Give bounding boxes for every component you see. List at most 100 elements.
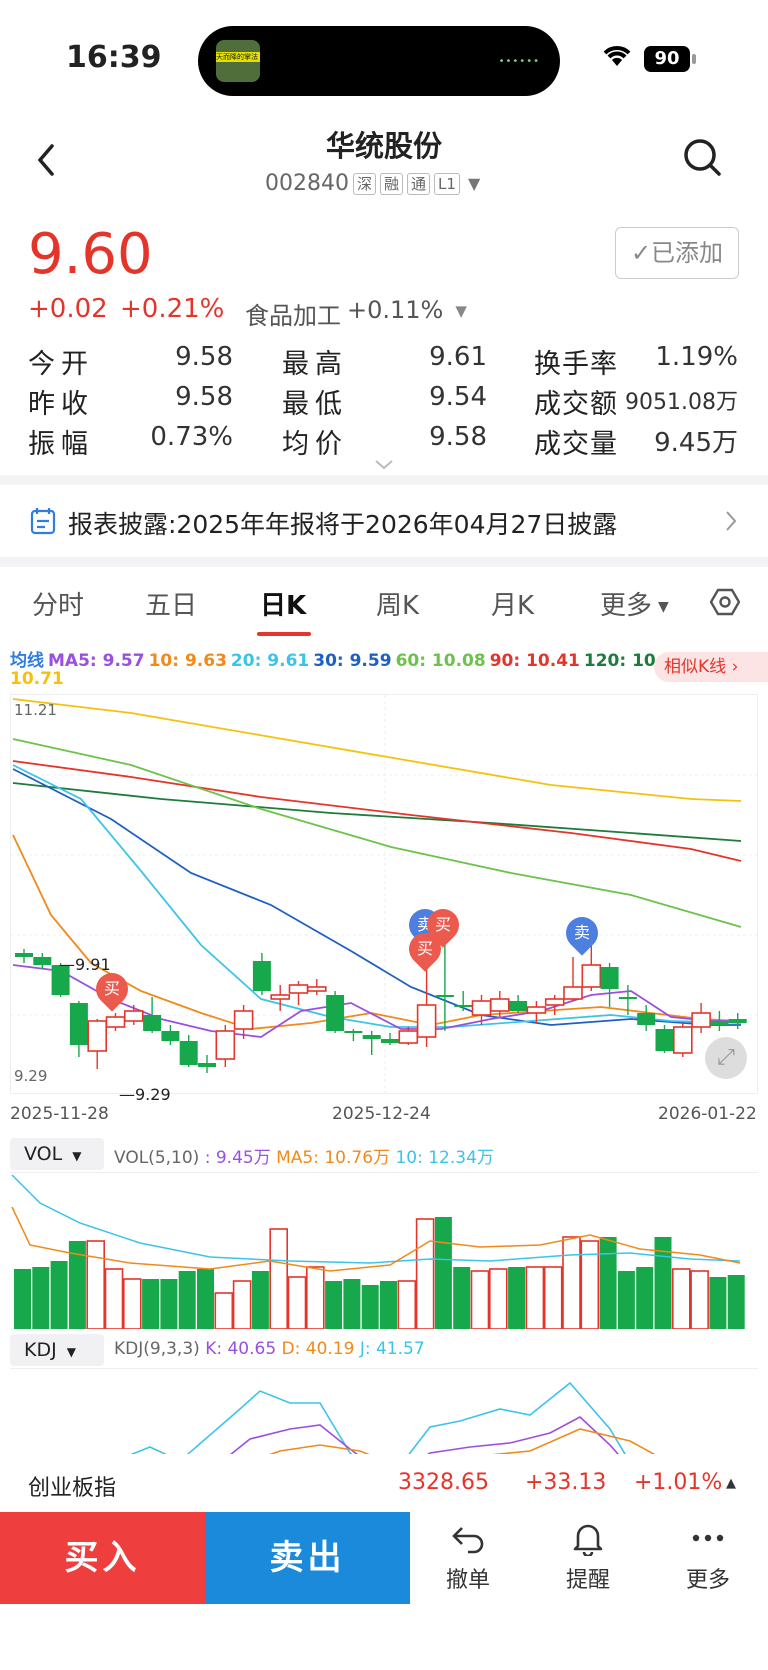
volume-bar [599, 1237, 617, 1329]
expand-chevron-icon[interactable] [372, 457, 396, 476]
fullscreen-button[interactable]: ⤢ [705, 1037, 747, 1079]
vol-indicator-selector[interactable]: VOL ▼ [10, 1138, 104, 1170]
kdj-indicator-selector[interactable]: KDJ ▼ [10, 1334, 104, 1366]
alert-button[interactable]: 提醒 [548, 1522, 628, 1594]
industry-link[interactable]: 食品加工 +0.11% ▼ [245, 296, 467, 331]
candle [637, 1013, 656, 1025]
volume-bar [178, 1271, 196, 1329]
status-bar: 16:39 天而降的掌法 •••••• 90 [0, 0, 768, 115]
ma90-value: 90: 10.41 [489, 651, 580, 671]
tab-timeshare[interactable]: 分时 [32, 585, 84, 622]
tab-more[interactable]: 更多 ▼ [600, 585, 669, 622]
chart-settings-button[interactable] [709, 587, 741, 621]
stat-value-amplitude: 0.73% [150, 422, 233, 452]
candle [198, 1063, 216, 1067]
volume-bar [142, 1279, 160, 1329]
more-button[interactable]: 更多 [668, 1522, 748, 1594]
notice-bar[interactable]: 报表披露:2025年年报将于2026年04月27日披露 [0, 485, 768, 557]
kdj-chart[interactable] [10, 1368, 758, 1454]
candle [105, 1016, 126, 1028]
candle [233, 1010, 254, 1030]
vol-params: VOL(5,10) [114, 1148, 200, 1168]
check-icon: ✓ [630, 239, 652, 267]
kdj-svg [130, 1381, 656, 1454]
candle [710, 1021, 729, 1025]
current-price: 9.60 [28, 222, 153, 287]
volume-bar [709, 1277, 727, 1329]
high-marker-label: —9.91 [59, 955, 111, 974]
volume-bar [543, 1266, 563, 1330]
candle [454, 1005, 473, 1007]
cancel-order-button[interactable]: 撤单 [428, 1522, 508, 1594]
candle [161, 1031, 180, 1041]
tag-l1: L1 [434, 172, 460, 195]
island-dots-icon: •••••• [498, 56, 540, 67]
vol-legend: VOL(5,10) : 9.45万 MA5: 10.76万 10: 12.34万 [114, 1148, 494, 1168]
sell-signal-pin[interactable]: 卖 [559, 910, 605, 956]
index-ticker[interactable]: 创业板指 3328.65 +33.13 +1.01% ▲ [0, 1454, 768, 1512]
dynamic-island[interactable]: 天而降的掌法 •••••• [198, 26, 560, 96]
caret-down-icon: ▼ [72, 1149, 82, 1163]
tab-weekly-k[interactable]: 周K [376, 585, 419, 622]
candle [15, 953, 33, 957]
added-label: 已添加 [651, 239, 724, 267]
volume-bar [636, 1267, 654, 1329]
tag-tong: 通 [407, 172, 431, 195]
buy-button[interactable]: 买入 [0, 1512, 205, 1604]
index-pct: +1.01% [634, 1470, 723, 1495]
kdj-legend: KDJ(9,3,3) K: 40.65 D: 40.19 J: 41.57 [114, 1339, 425, 1359]
candle [124, 1010, 144, 1022]
notice-text: 报表披露:2025年年报将于2026年04月27日披露 [68, 510, 618, 539]
buy-signal-label: 买 [416, 939, 433, 958]
ma5-value: MA5: 9.57 [48, 651, 145, 671]
candle [544, 998, 565, 1006]
candle [526, 1006, 547, 1014]
volume-bar [305, 1266, 325, 1330]
industry-name: 食品加工 [245, 302, 341, 330]
kdj-selector-label: KDJ [24, 1339, 57, 1361]
similar-kline-button[interactable]: 相似K线 › [654, 652, 768, 682]
bell-icon [573, 1524, 603, 1558]
volume-bar [434, 1217, 452, 1329]
added-button[interactable]: ✓已添加 [615, 227, 739, 279]
stat-label-open: 今开 [28, 349, 94, 380]
divider [0, 557, 768, 567]
volume-bar [690, 1270, 709, 1330]
buy-signal-pin[interactable]: 买 [89, 966, 135, 1012]
chevron-right-icon [724, 509, 738, 537]
stat-label-low: 最低 [282, 389, 348, 420]
volume-bar [50, 1261, 68, 1329]
stat-label-avg: 均价 [282, 429, 348, 460]
calendar-icon [30, 507, 56, 539]
search-button[interactable] [682, 137, 724, 183]
volume-bar [508, 1267, 526, 1329]
volume-bar [671, 1268, 691, 1330]
index-value: 3328.65 [398, 1470, 489, 1495]
chevron-right-icon: › [731, 657, 739, 677]
candle [326, 995, 345, 1031]
stat-value-low: 9.54 [429, 382, 487, 412]
volume-chart[interactable] [10, 1172, 758, 1330]
stat-value-volume: 9.45万 [654, 428, 738, 458]
tab-daily-k[interactable]: 日K [260, 585, 306, 622]
tab-five-day[interactable]: 五日 [145, 585, 197, 622]
tab-monthly-k[interactable]: 月K [491, 585, 534, 622]
caret-up-icon: ▲ [726, 1476, 736, 1491]
volume-bar [86, 1240, 105, 1330]
volume-bar [325, 1281, 343, 1329]
more-dots-icon [692, 1534, 724, 1542]
candle [288, 984, 309, 994]
vol-ma5: MA5: 10.76万 [276, 1148, 391, 1168]
stock-code-row[interactable]: 002840 深 融 通 L1 ▼ [265, 171, 480, 196]
caret-down-icon: ▼ [455, 302, 467, 320]
kdj-d: D: 40.19 [281, 1339, 355, 1359]
undo-icon [452, 1527, 484, 1554]
vol-selector-label: VOL [24, 1143, 63, 1165]
kline-chart[interactable]: 11.21 9.29 —9.91 —9.29 买 卖 买 买 卖 ⤢ [10, 694, 759, 1104]
vol-value: 9.45万 [215, 1148, 271, 1168]
candle [179, 1041, 198, 1065]
sell-button[interactable]: 卖出 [205, 1512, 410, 1604]
candle [381, 1039, 399, 1043]
stock-header: 华统股份 002840 深 融 通 L1 ▼ [0, 115, 768, 210]
buy-signal-pin[interactable]: 买 [402, 926, 448, 972]
